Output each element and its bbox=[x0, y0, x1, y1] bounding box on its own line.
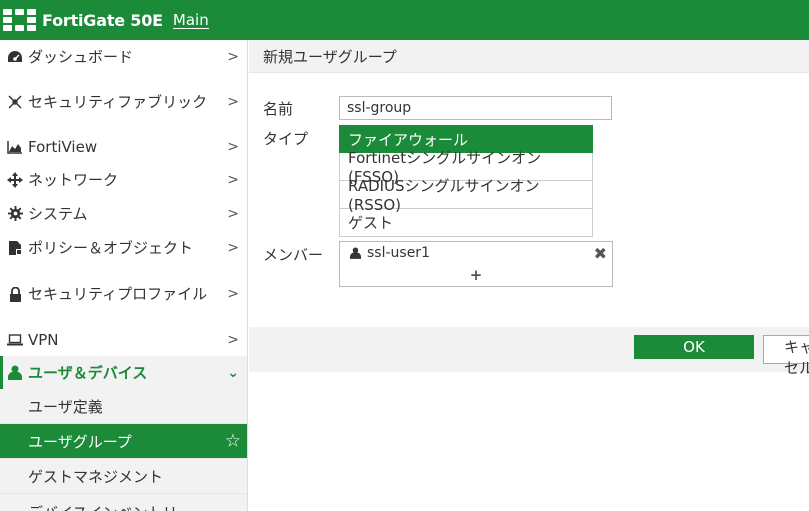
chevron-right-icon: > bbox=[227, 331, 239, 348]
members-field[interactable]: ssl-user1 ✖ + bbox=[339, 241, 613, 287]
sidebar-item-user-device[interactable]: ユーザ＆デバイス ⌄ bbox=[0, 356, 247, 389]
sidebar-item-label: FortiView bbox=[28, 137, 98, 156]
sidebar-subitem-user-definition[interactable]: ユーザ定義 bbox=[0, 389, 247, 424]
chevron-right-icon: > bbox=[227, 240, 239, 256]
ok-button[interactable]: OK bbox=[634, 335, 754, 359]
user-icon bbox=[6, 364, 24, 382]
sidebar-subitem-device-inventory[interactable]: デバイスインベントリ bbox=[0, 494, 247, 511]
add-member-icon[interactable]: + bbox=[340, 266, 612, 284]
sidebar-item-security-profiles[interactable]: セキュリティプロファイル > bbox=[0, 265, 247, 323]
sidebar-item-label: VPN bbox=[28, 330, 59, 349]
sidebar-item-label: ユーザ＆デバイス bbox=[28, 363, 148, 382]
sidebar-subitem-label: ゲストマネジメント bbox=[28, 467, 164, 486]
chevron-right-icon: > bbox=[227, 49, 239, 65]
chevron-right-icon: > bbox=[227, 205, 239, 222]
sidebar-item-label: ポリシー＆オブジェクト bbox=[28, 239, 194, 257]
chevron-down-icon: ⌄ bbox=[227, 364, 239, 381]
member-entry: ssl-user1 bbox=[350, 245, 430, 261]
fabric-icon bbox=[6, 93, 24, 111]
main-content: 新規ユーザグループ 名前 タイプ ファイアウォール Fortinetシングルサイ… bbox=[249, 40, 809, 511]
chevron-right-icon: > bbox=[227, 171, 239, 188]
sidebar-subitem-label: ユーザグループ bbox=[28, 432, 132, 451]
name-label: 名前 bbox=[263, 100, 294, 118]
dashboard-icon bbox=[6, 48, 24, 66]
sidebar-item-policy-objects[interactable]: ポリシー＆オブジェクト > bbox=[0, 231, 247, 265]
fortiview-icon bbox=[6, 138, 24, 156]
sidebar: ダッシュボード > セキュリティファブリック > FortiView > ネット… bbox=[0, 40, 248, 511]
fortinet-logo-icon[interactable] bbox=[3, 9, 37, 31]
sidebar-item-vpn[interactable]: VPN > bbox=[0, 323, 247, 356]
sidebar-subitem-label: ユーザ定義 bbox=[28, 397, 103, 416]
sidebar-subitem-user-groups[interactable]: ユーザグループ ☆ bbox=[0, 424, 247, 459]
type-label: タイプ bbox=[263, 130, 309, 148]
network-icon bbox=[6, 171, 24, 189]
page-header: 新規ユーザグループ bbox=[249, 40, 809, 73]
type-options: ファイアウォール Fortinetシングルサインオン(FSSO) RADIUSシ… bbox=[339, 125, 593, 237]
chevron-right-icon: > bbox=[227, 94, 239, 110]
sidebar-item-label: ダッシュボード bbox=[28, 48, 134, 66]
member-name: ssl-user1 bbox=[367, 245, 430, 261]
sidebar-item-label: ネットワーク bbox=[28, 170, 119, 189]
group-name-input[interactable] bbox=[339, 96, 612, 120]
gear-icon bbox=[6, 205, 24, 223]
top-bar: FortiGate 50E Main bbox=[0, 0, 809, 40]
sidebar-subitem-guest-management[interactable]: ゲストマネジメント bbox=[0, 459, 247, 494]
laptop-icon bbox=[6, 331, 24, 349]
chevron-right-icon: > bbox=[227, 286, 239, 302]
product-name: FortiGate 50E bbox=[42, 10, 163, 30]
sidebar-item-dashboard[interactable]: ダッシュボード > bbox=[0, 40, 247, 74]
star-icon[interactable]: ☆ bbox=[225, 431, 241, 452]
sidebar-item-label: システム bbox=[28, 204, 88, 223]
sidebar-item-label: セキュリティファブリック bbox=[28, 93, 208, 111]
sidebar-item-fortiview[interactable]: FortiView > bbox=[0, 130, 247, 163]
user-icon bbox=[350, 247, 361, 259]
chevron-right-icon: > bbox=[227, 138, 239, 155]
members-label: メンバー bbox=[263, 246, 324, 264]
form-footer: OK キャンセル bbox=[249, 327, 809, 377]
page-title: 新規ユーザグループ bbox=[263, 47, 397, 66]
sidebar-item-system[interactable]: システム > bbox=[0, 196, 247, 231]
cancel-button[interactable]: キャンセル bbox=[763, 335, 809, 377]
vdom-selector[interactable]: Main bbox=[172, 12, 209, 29]
sidebar-item-label: セキュリティプロファイル bbox=[28, 285, 208, 303]
lock-icon bbox=[6, 285, 24, 303]
policy-icon bbox=[6, 239, 24, 257]
sidebar-item-network[interactable]: ネットワーク > bbox=[0, 163, 247, 196]
sidebar-item-security-fabric[interactable]: セキュリティファブリック > bbox=[0, 74, 247, 130]
sidebar-subitem-label: デバイスインベントリ bbox=[28, 502, 178, 511]
type-option-rsso[interactable]: RADIUSシングルサインオン(RSSO) bbox=[339, 177, 593, 214]
remove-member-icon[interactable]: ✖ bbox=[594, 244, 607, 263]
